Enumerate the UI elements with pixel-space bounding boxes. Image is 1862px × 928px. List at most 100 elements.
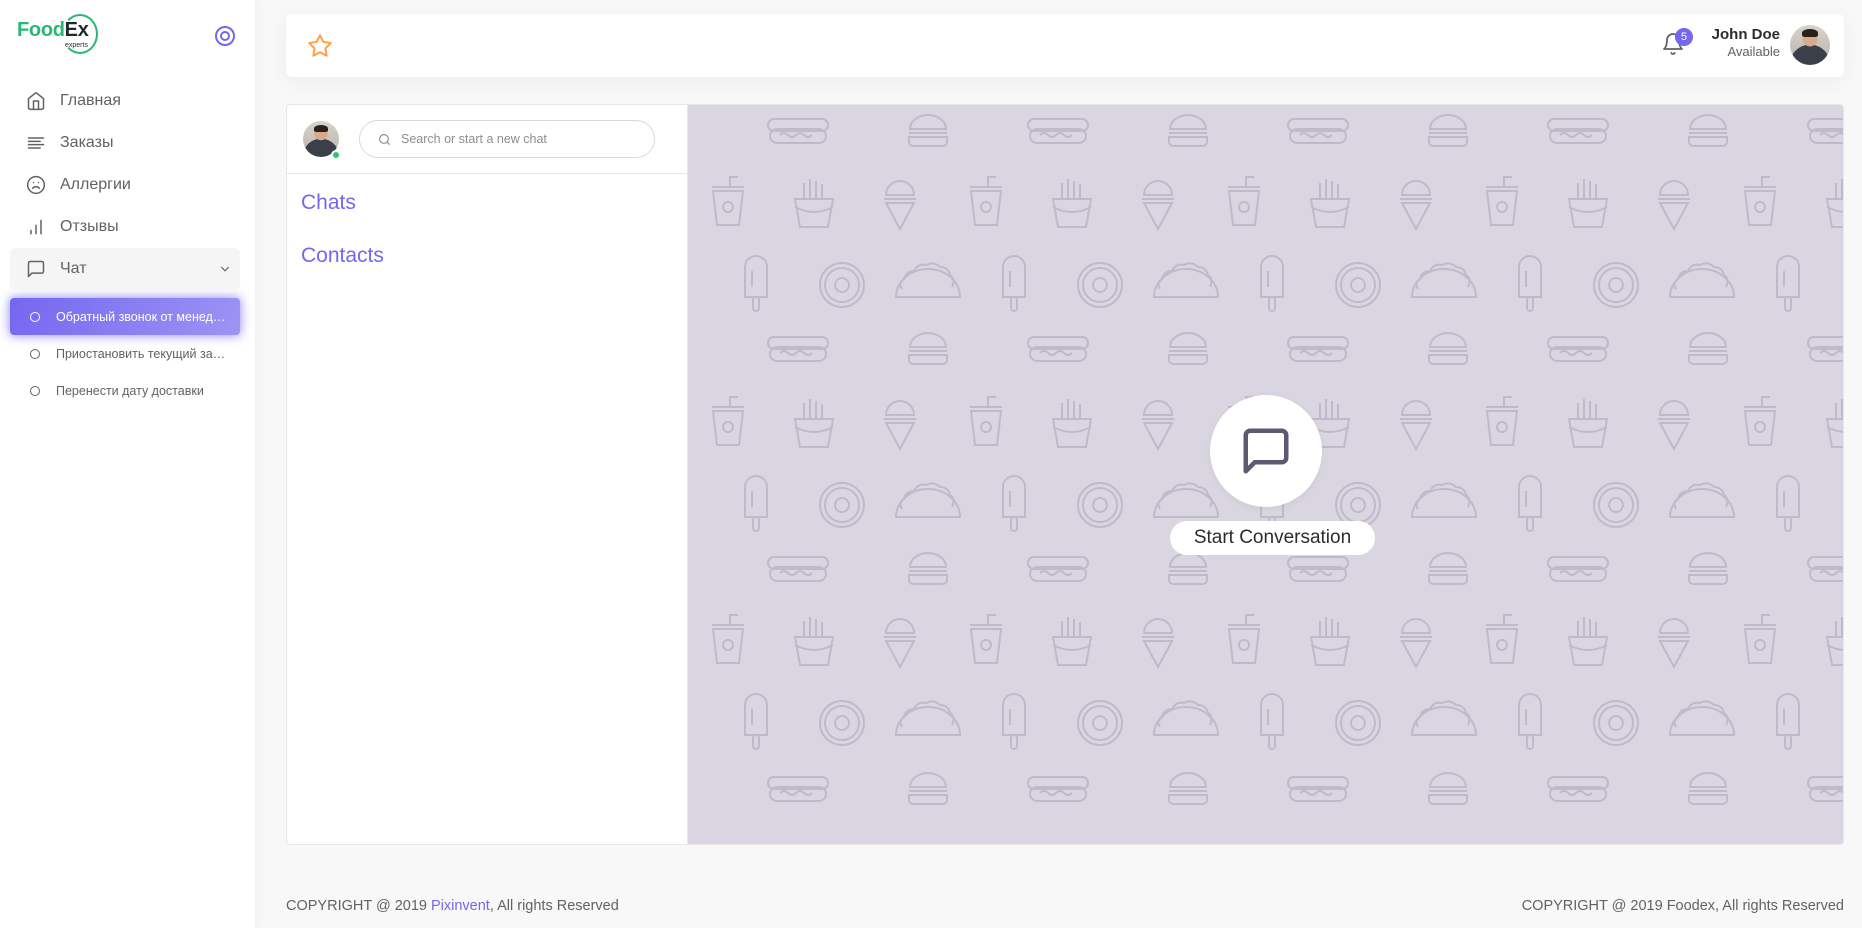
message-square-icon xyxy=(27,260,45,278)
submenu-item-label: Приостановить текущий заказ xyxy=(56,346,226,361)
sidebar-nav: Главная Заказы Аллергии Отзывы Чат Обрат… xyxy=(10,80,240,409)
fries-pattern-icon xyxy=(1568,398,1608,448)
cone-pattern-icon xyxy=(1399,618,1433,668)
popsicle-pattern-icon xyxy=(1776,475,1800,532)
message-square-icon xyxy=(1243,428,1289,474)
hotdog-pattern-icon xyxy=(767,118,829,144)
sidebar-item-home[interactable]: Главная xyxy=(10,80,240,122)
popsicle-pattern-icon xyxy=(1002,693,1026,750)
taco-pattern-icon xyxy=(1153,262,1219,298)
fries-pattern-icon xyxy=(1826,398,1843,448)
hotdog-pattern-icon xyxy=(1807,556,1843,582)
hotdog-pattern-icon xyxy=(767,776,829,802)
sidebar-item-chat[interactable]: Чат xyxy=(10,248,240,290)
burger-pattern-icon xyxy=(908,552,948,585)
circle-icon xyxy=(30,385,40,396)
fries-pattern-icon xyxy=(794,616,834,666)
burger-pattern-icon xyxy=(1688,772,1728,805)
hotdog-pattern-icon xyxy=(1287,118,1349,144)
start-conversation-label[interactable]: Start Conversation xyxy=(1170,521,1375,555)
hotdog-pattern-icon xyxy=(767,556,829,582)
popsicle-pattern-icon xyxy=(1518,475,1542,532)
popsicle-pattern-icon xyxy=(1776,693,1800,750)
fries-pattern-icon xyxy=(1310,178,1350,228)
sidebar-item-label: Главная xyxy=(60,92,121,109)
cup-pattern-icon xyxy=(1743,614,1777,664)
star-icon[interactable] xyxy=(307,33,333,59)
burger-pattern-icon xyxy=(1688,332,1728,365)
hotdog-pattern-icon xyxy=(1027,336,1089,362)
submenu-item-reschedule[interactable]: Перенести дату доставки xyxy=(10,372,240,409)
cup-pattern-icon xyxy=(1227,176,1261,226)
hotdog-pattern-icon xyxy=(1027,556,1089,582)
submenu-item-callback[interactable]: Обратный звонок от менеджера xyxy=(10,298,240,335)
fries-pattern-icon xyxy=(1826,616,1843,666)
hotdog-pattern-icon xyxy=(1027,118,1089,144)
cone-pattern-icon xyxy=(1399,180,1433,230)
burger-pattern-icon xyxy=(1428,552,1468,585)
chat-app: Chats Contacts xyxy=(286,104,1844,845)
burger-pattern-icon xyxy=(1688,114,1728,147)
sidebar-item-label: Заказы xyxy=(60,134,114,151)
donut-pattern-icon xyxy=(819,700,865,746)
hotdog-pattern-icon xyxy=(1287,776,1349,802)
chat-search-input[interactable] xyxy=(401,132,631,146)
sidebar-item-label: Отзывы xyxy=(60,218,119,235)
burger-pattern-icon xyxy=(1428,114,1468,147)
taco-pattern-icon xyxy=(1669,262,1735,298)
taco-pattern-icon xyxy=(1669,482,1735,518)
sidebar-item-orders[interactable]: Заказы xyxy=(10,122,240,164)
chat-submenu: Обратный звонок от менеджера Приостанови… xyxy=(10,298,240,409)
top-navbar: 5 John Doe Available xyxy=(286,14,1844,77)
circle-icon xyxy=(30,311,40,322)
notifications-button[interactable]: 5 xyxy=(1661,28,1693,60)
sidebar-item-allergies[interactable]: Аллергии xyxy=(10,164,240,206)
burger-pattern-icon xyxy=(1168,552,1208,585)
taco-pattern-icon xyxy=(1669,700,1735,736)
sidebar-item-label: Чат xyxy=(60,260,87,277)
chat-start-area: /* pattern filled below */ Start Convers… xyxy=(688,105,1843,844)
cup-pattern-icon xyxy=(969,176,1003,226)
hotdog-pattern-icon xyxy=(1807,776,1843,802)
cup-pattern-icon xyxy=(1743,396,1777,446)
start-conversation-button[interactable] xyxy=(1210,395,1322,507)
cup-pattern-icon xyxy=(1485,614,1519,664)
cup-pattern-icon xyxy=(1485,396,1519,446)
taco-pattern-icon xyxy=(895,482,961,518)
sidebar-item-label: Аллергии xyxy=(60,176,131,193)
burger-pattern-icon xyxy=(908,772,948,805)
popsicle-pattern-icon xyxy=(1002,475,1026,532)
taco-pattern-icon xyxy=(1153,482,1219,518)
popsicle-pattern-icon xyxy=(1002,255,1026,312)
hotdog-pattern-icon xyxy=(1027,776,1089,802)
taco-pattern-icon xyxy=(1411,700,1477,736)
burger-pattern-icon xyxy=(1168,114,1208,147)
sidebar-item-reviews[interactable]: Отзывы xyxy=(10,206,240,248)
sidebar-toggle-icon[interactable] xyxy=(215,26,235,46)
donut-pattern-icon xyxy=(1335,262,1381,308)
cup-pattern-icon xyxy=(1485,176,1519,226)
taco-pattern-icon xyxy=(1153,700,1219,736)
hotdog-pattern-icon xyxy=(1287,336,1349,362)
fries-pattern-icon xyxy=(1052,616,1092,666)
hotdog-pattern-icon xyxy=(767,336,829,362)
submenu-item-pause-order[interactable]: Приостановить текущий заказ xyxy=(10,335,240,372)
cone-pattern-icon xyxy=(883,618,917,668)
footer-copyright-right: COPYRIGHT @ 2019 Foodex, All rights Rese… xyxy=(1521,898,1844,914)
user-avatar[interactable] xyxy=(1790,25,1830,65)
donut-pattern-icon xyxy=(1077,482,1123,528)
popsicle-pattern-icon xyxy=(744,475,768,532)
donut-pattern-icon xyxy=(1077,700,1123,746)
chat-sidebar-header xyxy=(287,105,687,174)
user-menu[interactable]: John Doe Available xyxy=(1712,26,1780,59)
donut-pattern-icon xyxy=(1593,482,1639,528)
chats-heading: Chats xyxy=(301,191,356,214)
footer-pixinvent-link[interactable]: Pixinvent xyxy=(431,898,490,914)
taco-pattern-icon xyxy=(895,700,961,736)
home-icon xyxy=(27,91,45,111)
burger-pattern-icon xyxy=(1428,772,1468,805)
burger-pattern-icon xyxy=(1688,552,1728,585)
brand-logo[interactable]: FoodEx experts xyxy=(17,14,107,58)
cup-pattern-icon xyxy=(711,176,745,226)
donut-pattern-icon xyxy=(1593,262,1639,308)
